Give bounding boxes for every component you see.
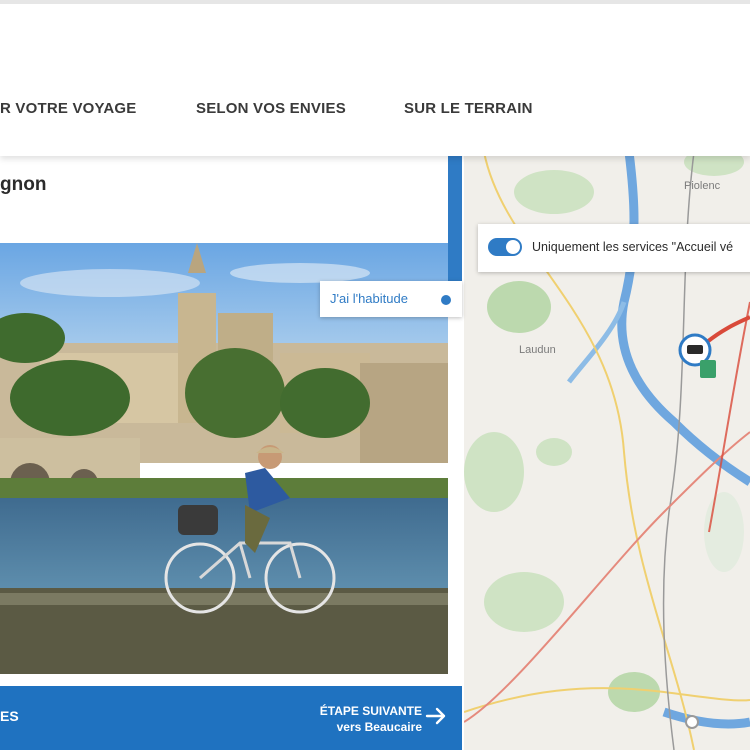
accueil-velo-filter-label: Uniquement les services "Accueil vé <box>532 240 734 254</box>
next-step-button[interactable]: ÉTAPE SUIVANTE vers Beaucaire <box>290 686 462 750</box>
map-place-label: Piolenc <box>684 180 721 192</box>
experience-level-button[interactable]: J'ai l'habitude <box>320 281 462 317</box>
previous-step-button[interactable]: ES <box>0 708 19 724</box>
step-title: gnon <box>0 174 47 195</box>
accueil-velo-toggle[interactable] <box>488 238 522 256</box>
radio-dot-icon <box>441 295 451 305</box>
site-header: R VOTRE VOYAGE SELON VOS ENVIES SUR LE T… <box>0 0 750 156</box>
next-step-destination: vers Beaucaire <box>336 720 422 734</box>
nav-item-preparer-votre-voyage[interactable]: R VOTRE VOYAGE <box>0 100 136 117</box>
map-place-label: Laudun <box>519 344 556 356</box>
step-navigation-bar: ES ÉTAPE SUIVANTE vers Beaucaire <box>0 686 462 750</box>
next-step-label: ÉTAPE SUIVANTE <box>319 704 422 718</box>
toggle-knob <box>506 240 520 254</box>
accueil-velo-filter: Uniquement les services "Accueil vé <box>478 224 750 272</box>
nav-item-sur-le-terrain[interactable]: SUR LE TERRAIN <box>404 100 533 117</box>
arrow-right-icon <box>425 707 446 725</box>
experience-level-label: J'ai l'habitude <box>330 291 408 306</box>
nav-item-selon-vos-envies[interactable]: SELON VOS ENVIES <box>196 100 346 117</box>
panel-scrollbar[interactable] <box>448 152 462 282</box>
